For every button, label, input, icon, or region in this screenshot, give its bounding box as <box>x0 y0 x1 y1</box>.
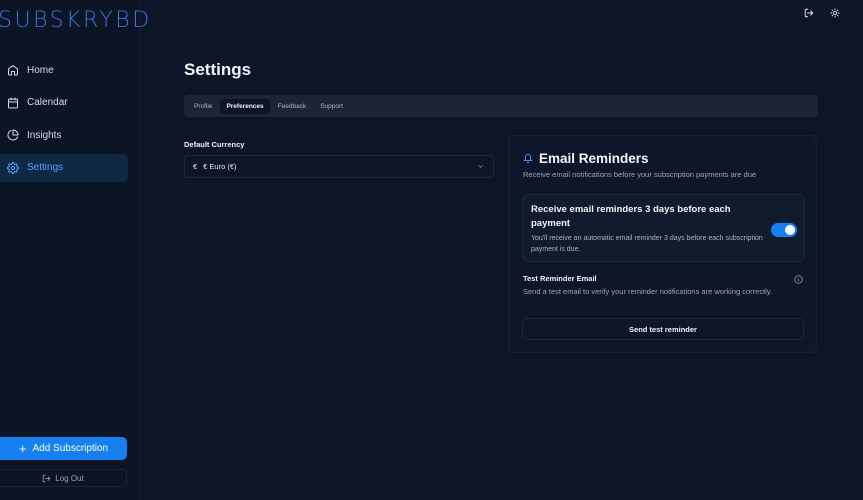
plus-icon: + <box>18 441 27 456</box>
tab-preferences[interactable]: Preferences <box>220 98 270 114</box>
bell-icon <box>523 153 533 164</box>
send-test-reminder-button[interactable]: Send test reminder <box>522 318 804 340</box>
sidebar-item-label: Home <box>27 64 54 76</box>
pie-chart-icon <box>7 129 19 141</box>
card-title-text: Email Reminders <box>539 151 649 166</box>
add-subscription-label: Add Subscription <box>32 443 109 454</box>
tab-feedback[interactable]: Feedback <box>272 99 313 114</box>
info-icon[interactable] <box>794 275 803 284</box>
currency-value: € Euro (€) <box>203 162 237 171</box>
gear-icon <box>7 161 19 174</box>
currency-label: Default Currency <box>184 140 245 149</box>
sun-icon[interactable] <box>830 8 840 18</box>
sidebar-item-settings[interactable]: Settings <box>0 153 128 182</box>
reminder-option-desc: You'll receive an automatic email remind… <box>531 235 763 253</box>
chevron-down-icon <box>478 165 483 168</box>
sidebar-item-calendar[interactable]: Calendar <box>0 89 128 117</box>
settings-tabs: Profile Preferences Feedback Support <box>184 95 818 117</box>
logout-button[interactable]: Log Out <box>0 469 127 487</box>
tab-support[interactable]: Support <box>314 99 349 114</box>
email-reminders-card: Email Reminders Receive email notificati… <box>508 135 817 353</box>
currency-select[interactable]: € € Euro (€) <box>184 155 494 178</box>
currency-symbol: € <box>193 162 198 171</box>
card-subtitle: Receive email notifications before your … <box>523 170 757 179</box>
test-reminder-desc: Send a test email to verify your reminde… <box>523 287 773 296</box>
calendar-icon <box>8 97 18 108</box>
logout-label: Log Out <box>55 473 84 483</box>
sidebar-item-label: Calendar <box>27 97 68 108</box>
sidebar: SUBSKRYBD Home Calendar Insights Setting… <box>0 0 149 500</box>
sidebar-item-insights[interactable]: Insights <box>0 121 128 149</box>
reminder-option: Receive email reminders 3 days before ea… <box>522 194 805 262</box>
page-title: Settings <box>184 60 252 79</box>
logout-icon <box>43 474 51 482</box>
test-reminder-title: Test Reminder Email <box>523 274 597 283</box>
reminder-toggle[interactable] <box>771 223 797 237</box>
logout-icon[interactable] <box>804 8 814 18</box>
add-subscription-button[interactable]: + Add Subscription <box>0 437 127 460</box>
reminder-option-title: Receive email reminders 3 days before ea… <box>531 204 731 229</box>
tab-profile[interactable]: Profile <box>188 99 218 114</box>
sidebar-item-label: Settings <box>27 162 64 173</box>
app-logo[interactable]: SUBSKRYBD <box>0 8 152 33</box>
sidebar-item-label: Insights <box>27 129 62 141</box>
toggle-knob <box>785 225 795 235</box>
card-title: Email Reminders <box>523 151 649 166</box>
sidebar-nav: Home Calendar Insights Settings <box>0 56 128 186</box>
sidebar-item-home[interactable]: Home <box>0 56 128 84</box>
home-icon <box>8 65 18 76</box>
